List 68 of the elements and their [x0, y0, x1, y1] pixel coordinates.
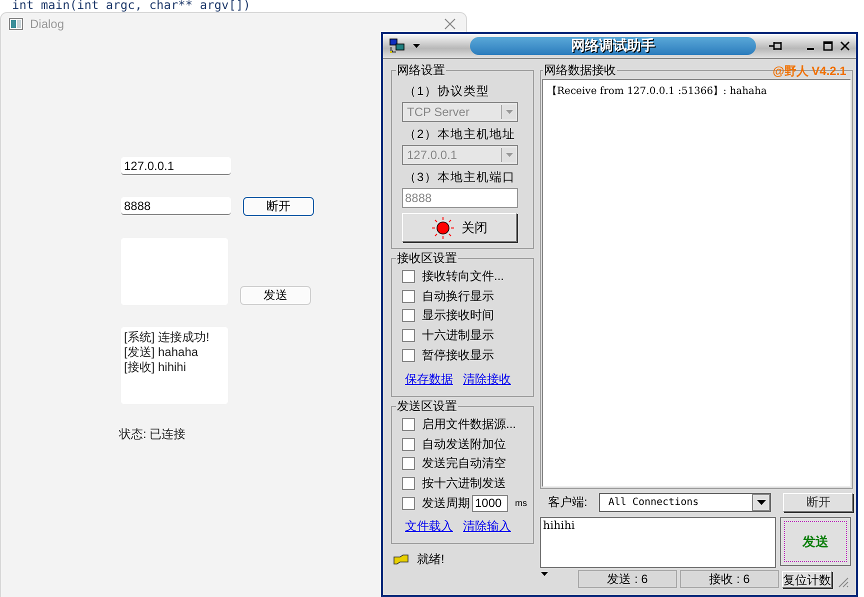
option-label: 自动发送附加位	[422, 436, 506, 453]
option-label: 发送周期	[422, 494, 470, 512]
option-label: 接收转向文件...	[422, 268, 504, 286]
group-title: 发送区设置	[396, 398, 458, 415]
option-label: 自动换行显示	[422, 288, 494, 305]
window-title: 网络调试助手	[571, 37, 655, 55]
send-button[interactable]: 发送	[240, 286, 311, 305]
disconnect-button[interactable]: 断开	[243, 197, 314, 216]
option-label: 暂停接收显示	[422, 346, 494, 364]
checkbox[interactable]	[402, 438, 415, 451]
status-label: 状态: 已连接	[119, 426, 187, 443]
received-counter: 接收 : 6	[680, 570, 779, 588]
resize-grip-icon[interactable]	[837, 576, 849, 588]
unit-label: ms	[515, 498, 527, 508]
maximize-icon[interactable]	[823, 41, 833, 51]
window-title: Dialog	[30, 17, 66, 31]
link[interactable]: 清除接收	[463, 370, 511, 388]
close-icon[interactable]	[840, 41, 850, 51]
received-text: 【Receive from 127.0.0.1 :51366】: hahaha	[547, 86, 767, 97]
caret-icon[interactable]	[413, 44, 420, 48]
protocol-label: （1）协议类型	[404, 83, 491, 100]
checkbox[interactable]	[402, 496, 415, 510]
disconnect-button[interactable]: 断开	[783, 492, 854, 512]
checkbox[interactable]	[402, 270, 415, 284]
checkbox[interactable]	[402, 457, 415, 470]
address-label: （2）本地主机地址	[404, 126, 517, 143]
port-field[interactable]: 8888	[121, 197, 231, 215]
link[interactable]: 文件载入	[405, 518, 453, 535]
log-line: [系统] 连接成功!	[124, 330, 210, 345]
group-title: 接收区设置	[396, 250, 458, 267]
checkbox[interactable]	[402, 309, 415, 322]
option-label: 启用文件数据源...	[422, 416, 516, 434]
option-label: 十六进制显示	[422, 327, 494, 344]
option-label: 显示接收时间	[422, 307, 494, 324]
caret-icon	[506, 110, 512, 114]
log-line: [发送] hahaha	[124, 345, 200, 360]
checkbox[interactable]	[402, 477, 415, 490]
checkbox[interactable]	[402, 418, 415, 432]
group-title: 网络设置	[396, 62, 446, 79]
client-label: 客户端:	[548, 494, 588, 510]
address-field[interactable]: 127.0.0.1	[121, 157, 231, 175]
code-line: int main(int argc, char** argv[])	[12, 0, 250, 12]
reset-count-button[interactable]: 复位计数	[782, 570, 832, 588]
caret-icon[interactable]	[541, 572, 548, 576]
sent-counter: 发送 : 6	[578, 570, 677, 588]
option-label: 发送完自动清空	[422, 455, 506, 472]
version-label: @野人 V4.2.1	[772, 63, 846, 80]
period-field[interactable]: 1000	[472, 494, 508, 512]
client-select[interactable]: All Connections	[599, 492, 772, 512]
log-line: [接收] hihihi	[124, 360, 188, 375]
caret-icon	[506, 153, 512, 157]
status-text: 就绪!	[417, 550, 444, 568]
port-label: （3）本地主机端口	[404, 169, 517, 186]
send-button[interactable]: 发送	[780, 517, 851, 566]
computer-icon[interactable]	[389, 38, 407, 54]
checkbox[interactable]	[402, 329, 415, 342]
caret-icon	[756, 500, 766, 504]
checkbox[interactable]	[402, 348, 415, 362]
close-button[interactable]: 关闭	[402, 213, 517, 242]
receive-area[interactable]: 【Receive from 127.0.0.1 :51366】: hahaha	[542, 79, 852, 487]
link[interactable]: 清除输入	[463, 518, 511, 535]
option-label: 按十六进制发送	[422, 475, 506, 492]
checkbox[interactable]	[402, 290, 415, 303]
send-input[interactable]: hihihi	[540, 517, 776, 568]
window-icon	[9, 18, 23, 30]
group-title: 网络数据接收	[543, 62, 617, 79]
link[interactable]: 保存数据	[405, 370, 453, 388]
pin-icon[interactable]	[768, 40, 784, 52]
